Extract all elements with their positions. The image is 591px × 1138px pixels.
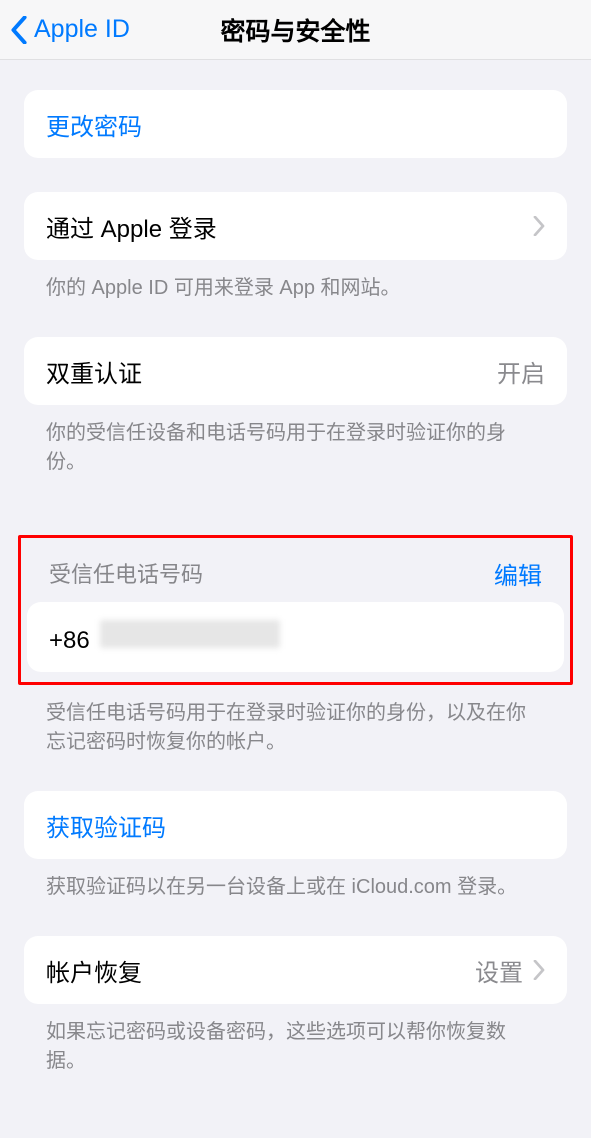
- group-change-password: 更改密码: [24, 90, 567, 158]
- back-button[interactable]: Apple ID: [0, 15, 130, 44]
- account-recovery-footer: 如果忘记密码或设备密码，这些选项可以帮你恢复数据。: [24, 1004, 567, 1076]
- account-recovery-label: 帐户恢复: [46, 953, 142, 988]
- chevron-right-icon: [533, 960, 545, 980]
- phone-country-code: +86: [49, 627, 90, 655]
- row-get-code[interactable]: 获取验证码: [24, 791, 567, 859]
- group-account-recovery: 帐户恢复 设置 如果忘记密码或设备密码，这些选项可以帮你恢复数据。: [24, 936, 567, 1076]
- row-change-password[interactable]: 更改密码: [24, 90, 567, 158]
- phone-number-redacted: [100, 620, 280, 648]
- two-factor-footer: 你的受信任设备和电话号码用于在登录时验证你的身份。: [24, 405, 567, 477]
- change-password-label: 更改密码: [46, 107, 142, 142]
- two-factor-label: 双重认证: [46, 354, 142, 389]
- get-code-footer: 获取验证码以在另一台设备上或在 iCloud.com 登录。: [24, 859, 567, 902]
- sign-in-apple-footer: 你的 Apple ID 可用来登录 App 和网站。: [24, 260, 567, 303]
- trusted-phone-edit-button[interactable]: 编辑: [494, 556, 542, 591]
- chevron-right-icon: [533, 216, 545, 236]
- group-trusted-phone: 受信任电话号码 编辑 +86 受信任电话号码用于在登录时验证你的身份，以及在你忘…: [24, 535, 567, 757]
- chevron-left-icon: [10, 16, 28, 44]
- group-get-code: 获取验证码 获取验证码以在另一台设备上或在 iCloud.com 登录。: [24, 791, 567, 902]
- highlight-box: 受信任电话号码 编辑 +86: [18, 535, 573, 685]
- group-sign-in-apple: 通过 Apple 登录 你的 Apple ID 可用来登录 App 和网站。: [24, 192, 567, 303]
- account-recovery-value: 设置: [475, 953, 523, 988]
- back-label: Apple ID: [34, 15, 130, 44]
- get-code-label: 获取验证码: [46, 808, 166, 843]
- row-trusted-phone[interactable]: +86: [27, 602, 564, 672]
- sign-in-apple-label: 通过 Apple 登录: [46, 209, 217, 244]
- row-sign-in-apple[interactable]: 通过 Apple 登录: [24, 192, 567, 260]
- trusted-phone-footer: 受信任电话号码用于在登录时验证你的身份，以及在你忘记密码时恢复你的帐户。: [24, 685, 567, 757]
- row-two-factor[interactable]: 双重认证 开启: [24, 337, 567, 405]
- row-account-recovery[interactable]: 帐户恢复 设置: [24, 936, 567, 1004]
- nav-header: Apple ID 密码与安全性: [0, 0, 591, 60]
- group-two-factor: 双重认证 开启 你的受信任设备和电话号码用于在登录时验证你的身份。: [24, 337, 567, 477]
- trusted-phone-header: 受信任电话号码: [49, 557, 203, 589]
- two-factor-value: 开启: [497, 354, 545, 389]
